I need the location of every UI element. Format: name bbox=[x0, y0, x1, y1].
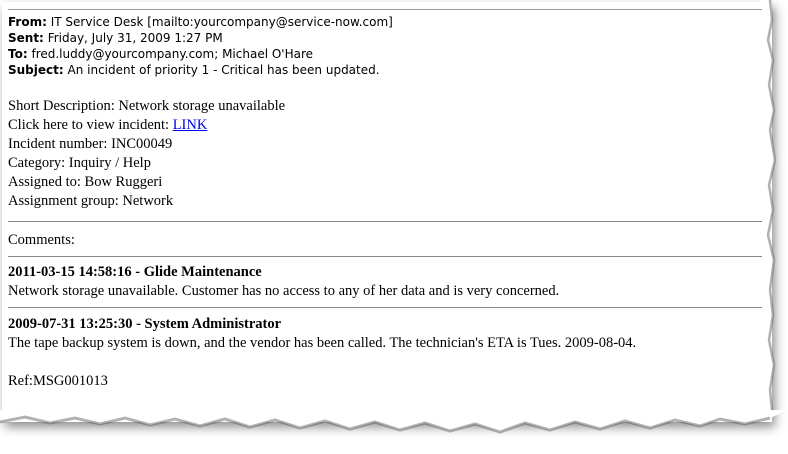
view-incident-row: Click here to view incident: LINK bbox=[8, 116, 285, 135]
subject-row: Subject: An incident of priority 1 - Cri… bbox=[8, 62, 393, 78]
to-value: fred.luddy@yourcompany.com; Michael O'Ha… bbox=[31, 47, 314, 61]
to-label: To: bbox=[8, 47, 28, 61]
subject-value: An incident of priority 1 - Critical has… bbox=[67, 63, 380, 77]
header-divider bbox=[8, 9, 762, 10]
message-ref: Ref:MSG001013 bbox=[8, 372, 108, 391]
sent-value: Friday, July 31, 2009 1:27 PM bbox=[47, 31, 223, 45]
comments-label-text: Comments: bbox=[8, 232, 75, 248]
incident-number: Incident number: INC00049 bbox=[8, 136, 173, 152]
torn-edge-bottom bbox=[0, 410, 788, 434]
sent-label: Sent: bbox=[8, 31, 44, 45]
torn-edge-right bbox=[760, 0, 777, 420]
from-row: From: IT Service Desk [mailto:yourcompan… bbox=[8, 14, 393, 30]
from-label: From: bbox=[8, 15, 47, 29]
sent-row: Sent: Friday, July 31, 2009 1:27 PM bbox=[8, 30, 393, 46]
comment-text: The tape backup system is down, and the … bbox=[8, 335, 637, 351]
assigned-to: Assigned to: Bow Ruggeri bbox=[8, 174, 163, 190]
comments-label: Comments: bbox=[8, 231, 75, 250]
assignment-group: Assignment group: Network bbox=[8, 193, 174, 209]
divider bbox=[8, 221, 762, 222]
short-description: Short Description: Network storage unava… bbox=[8, 98, 286, 114]
divider bbox=[8, 256, 762, 257]
view-incident-prefix: Click here to view incident: bbox=[8, 117, 173, 133]
divider bbox=[8, 307, 762, 308]
incident-details: Short Description: Network storage unava… bbox=[8, 97, 285, 211]
incident-link[interactable]: LINK bbox=[173, 117, 208, 133]
comment-item: 2009-07-31 13:25:30 - System Administrat… bbox=[8, 315, 636, 353]
subject-label: Subject: bbox=[8, 63, 64, 77]
comment-item: 2011-03-15 14:58:16 - Glide Maintenance … bbox=[8, 263, 559, 301]
to-row: To: fred.luddy@yourcompany.com; Michael … bbox=[8, 46, 393, 62]
from-value: IT Service Desk [mailto:yourcompany@serv… bbox=[50, 15, 393, 29]
incident-category: Category: Inquiry / Help bbox=[8, 155, 151, 171]
ref-number: Ref:MSG001013 bbox=[8, 373, 108, 389]
comment-header: 2009-07-31 13:25:30 - System Administrat… bbox=[8, 316, 282, 332]
email-header: From: IT Service Desk [mailto:yourcompan… bbox=[8, 14, 393, 78]
comment-text: Network storage unavailable. Customer ha… bbox=[8, 283, 560, 299]
comment-header: 2011-03-15 14:58:16 - Glide Maintenance bbox=[8, 264, 262, 280]
